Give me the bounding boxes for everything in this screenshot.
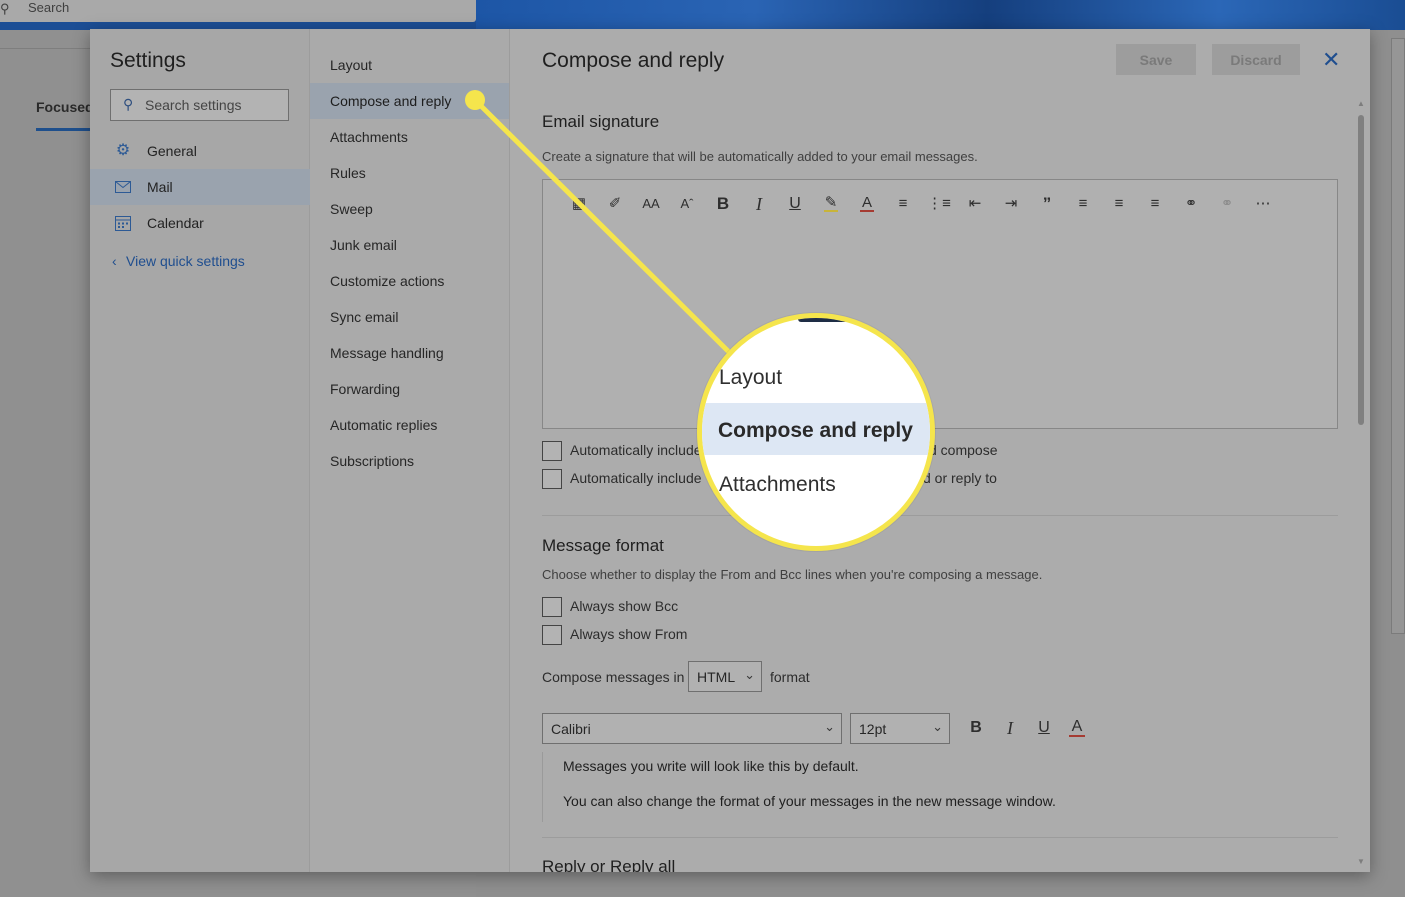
callout-connector <box>472 97 738 361</box>
magnifier-edge <box>798 318 848 322</box>
callout-dot <box>465 90 485 110</box>
magnifier-compose-label: Compose and reply <box>718 419 913 442</box>
callout-magnifier: Layout Compose and reply Attachments <box>697 313 935 551</box>
magnifier-layout-label: Layout <box>719 366 783 389</box>
magnifier-attachments-label: Attachments <box>719 473 836 496</box>
